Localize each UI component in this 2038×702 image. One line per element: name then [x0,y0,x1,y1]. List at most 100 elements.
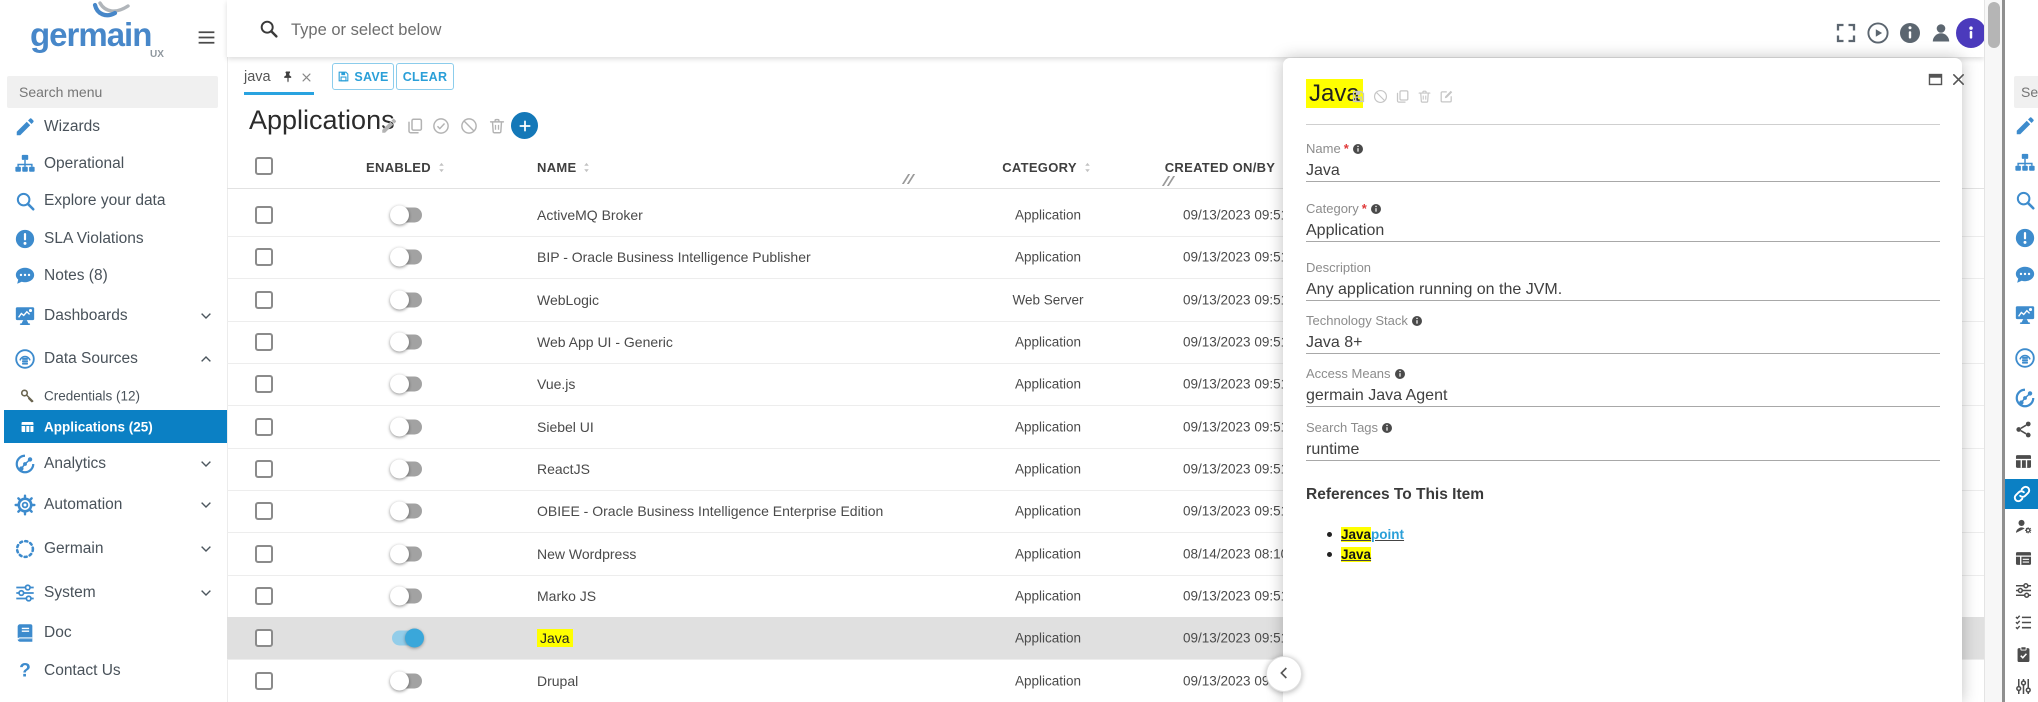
field-info-icon[interactable] [1370,203,1382,215]
sidebar-item-analytics[interactable]: Analytics [0,445,227,482]
exclamation-circle-icon[interactable] [2014,227,2036,249]
row-checkbox[interactable] [255,333,273,351]
add-application-button[interactable] [511,112,538,139]
user-avatar[interactable] [1956,18,1986,48]
reference-link[interactable]: Java [1341,547,1371,562]
select-all-checkbox[interactable] [255,157,273,175]
field-info-icon[interactable] [1381,422,1393,434]
trash-icon[interactable] [488,117,506,135]
check-circle-icon[interactable] [432,117,450,135]
reference-link[interactable]: Javapoint [1341,527,1404,542]
field-value-technology-stack[interactable]: Java 8+ [1306,334,1362,352]
panel-collapse-button[interactable] [1266,656,1302,692]
datasource-icon[interactable] [2014,347,2036,369]
hamburger-menu-icon[interactable] [196,27,217,48]
fullscreen-icon[interactable] [1834,21,1858,45]
scrollbar-thumb[interactable] [1988,2,2000,48]
enabled-toggle[interactable] [392,334,422,349]
sidebar-item-applications-25[interactable]: Applications (25) [4,410,227,443]
sidebar-item-dashboards[interactable]: Dashboards [0,297,227,334]
enabled-toggle[interactable] [392,588,422,603]
save-button[interactable]: SAVE [332,63,394,90]
row-checkbox[interactable] [255,206,273,224]
row-checkbox[interactable] [255,629,273,647]
row-checkbox[interactable] [255,545,273,563]
clipboard-check-icon[interactable] [2014,645,2033,664]
enabled-toggle[interactable] [392,461,422,476]
sidebar-item-data-sources[interactable]: Data Sources [0,340,227,377]
row-checkbox[interactable] [255,418,273,436]
share-nodes-icon[interactable] [2014,420,2033,439]
search-icon[interactable] [2014,189,2036,211]
field-value-name[interactable]: Java [1306,162,1340,180]
enabled-toggle[interactable] [392,673,422,688]
list-check-icon[interactable] [2014,613,2033,632]
sidebar-item-operational[interactable]: Operational [0,145,227,182]
sliders-v-icon[interactable] [2014,677,2033,696]
sort-icon[interactable] [580,161,593,174]
sidebar-item-credentials-12[interactable]: Credentials (12) [0,381,227,411]
user-gear-icon[interactable] [2014,517,2033,536]
row-checkbox[interactable] [255,587,273,605]
column-header-category[interactable]: CATEGORY [988,157,1108,177]
table-list-icon[interactable] [2014,549,2033,568]
floppy-icon[interactable] [1351,89,1366,104]
sidebar-item-system[interactable]: System [0,574,227,611]
popout-window-icon[interactable] [1927,71,1944,88]
column-header-enabled[interactable]: ENABLED [352,157,462,177]
field-info-icon[interactable] [1411,315,1423,327]
enabled-toggle[interactable] [392,292,422,307]
trash-icon[interactable] [1417,89,1432,104]
row-checkbox[interactable] [255,502,273,520]
copy-icon[interactable] [406,117,424,135]
sidebar-item-doc[interactable]: Doc [0,614,227,651]
row-checkbox[interactable] [255,248,273,266]
enabled-toggle[interactable] [392,250,422,265]
pencil-icon[interactable] [380,117,398,135]
close-icon[interactable] [1951,72,1966,87]
edit-icon[interactable] [1439,89,1454,104]
remove-filter-icon[interactable] [301,72,312,83]
copy-icon[interactable] [1395,89,1410,104]
row-checkbox[interactable] [255,375,273,393]
enabled-toggle[interactable] [392,504,422,519]
column-header-name[interactable]: NAME [537,157,593,177]
sidebar-item-wizards[interactable]: Wizards [0,108,227,145]
row-checkbox[interactable] [255,672,273,690]
rail-search-input[interactable]: Se [2014,76,2038,108]
field-value-search-tags[interactable]: runtime [1306,441,1359,459]
chat-icon[interactable] [2014,264,2036,286]
global-search-input[interactable] [289,12,933,48]
field-value-description[interactable]: Any application running on the JVM. [1306,281,1562,299]
dashboard-icon[interactable] [2014,304,2036,326]
rail-item-selected[interactable] [2005,479,2038,509]
enabled-toggle[interactable] [392,419,422,434]
enabled-toggle[interactable] [392,377,422,392]
field-info-icon[interactable] [1394,368,1406,380]
enabled-toggle[interactable] [392,546,422,561]
row-checkbox[interactable] [255,460,273,478]
column-header-created[interactable]: CREATED ON/BY [1156,157,1301,177]
enabled-toggle[interactable] [392,631,422,646]
analytics-icon[interactable] [2014,387,2036,409]
sort-icon[interactable] [435,161,448,174]
enabled-toggle[interactable] [392,208,422,223]
sidebar-item-contact-us[interactable]: ?Contact Us [0,652,227,689]
play-circle-icon[interactable] [1866,21,1890,45]
sidebar-item-automation[interactable]: Automation [0,486,227,523]
info-circle-icon[interactable] [1898,21,1922,45]
sidebar-item-explore-your-data[interactable]: Explore your data [0,182,227,219]
sidebar-search-input[interactable] [7,76,218,108]
sidebar-item-germain[interactable]: Germain [0,530,227,567]
sidebar-item-sla-violations[interactable]: SLA Violations [0,220,227,257]
field-value-access-means[interactable]: germain Java Agent [1306,387,1447,405]
clear-button[interactable]: CLEAR [396,63,454,90]
pencil-icon[interactable] [2014,115,2036,137]
column-resize-handle[interactable] [905,174,917,184]
ban-icon[interactable] [460,117,478,135]
sitemap-icon[interactable] [2014,152,2036,174]
field-info-icon[interactable] [1352,143,1364,155]
column-resize-handle[interactable] [1165,176,1177,186]
sort-icon[interactable] [1081,161,1094,174]
row-checkbox[interactable] [255,291,273,309]
